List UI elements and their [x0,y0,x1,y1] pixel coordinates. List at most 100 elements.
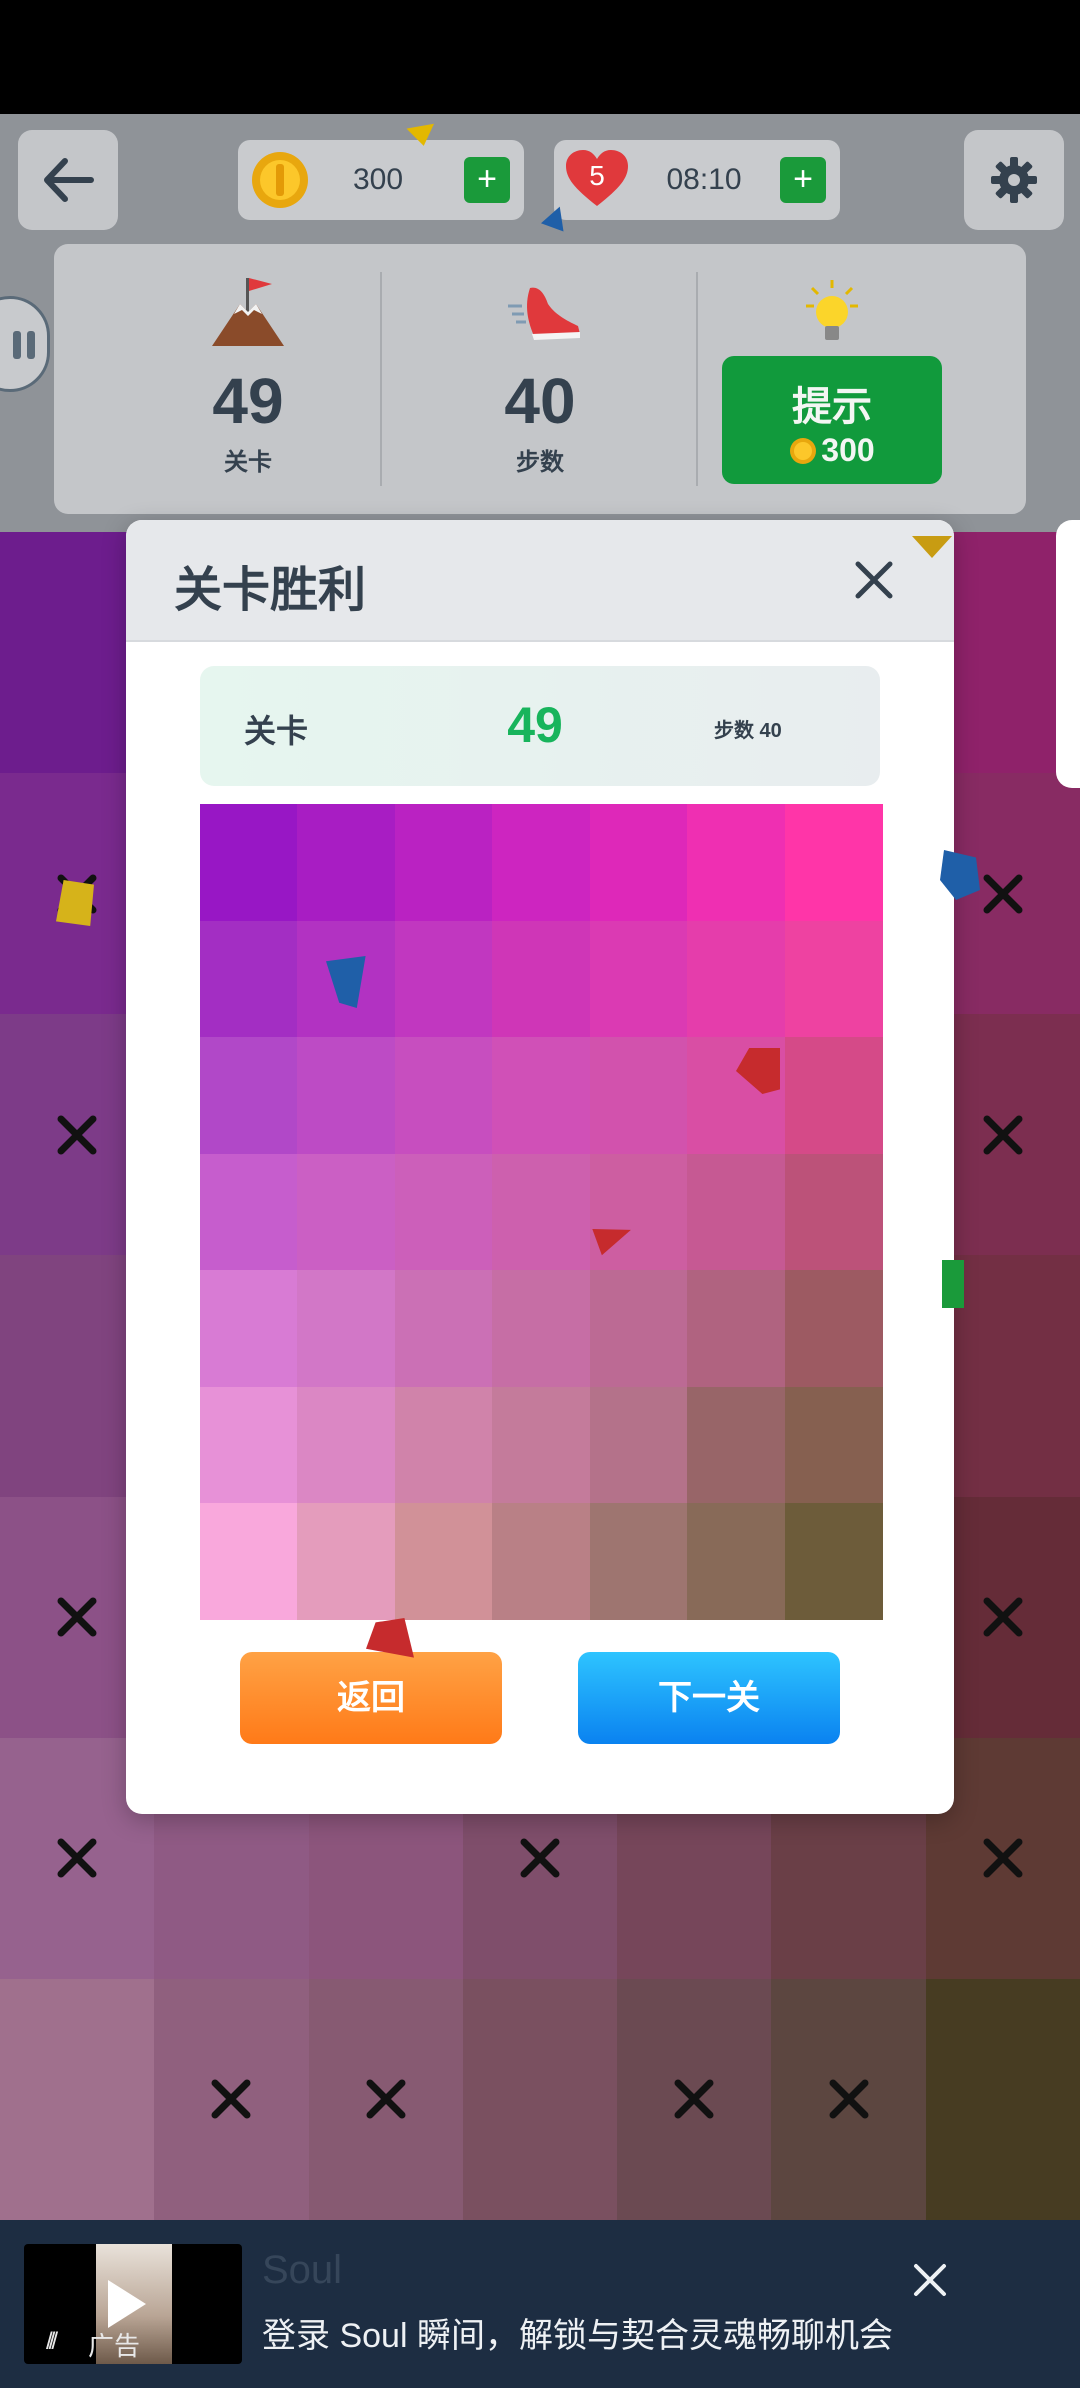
palette-tile [394,1503,493,1621]
palette-tile [492,1503,591,1621]
return-button[interactable]: 返回 [240,1652,502,1744]
fixed-tile-x-icon [674,2079,714,2119]
stats-divider [696,272,698,486]
palette-tile [687,1503,786,1621]
lives-counter: 5 08:10 + [554,140,840,220]
palette-tile [394,1037,493,1155]
steps-label: 步数 [516,449,564,476]
arrow-left-icon [44,158,94,202]
fixed-tile-x-icon [366,2079,406,2119]
palette-tile [200,1503,298,1621]
fixed-tile-x-icon [57,1115,97,1155]
palette-tile [297,1503,396,1621]
hint-button[interactable]: 提示 300 [722,356,942,484]
palette-tile [589,1503,688,1621]
palette-tile [784,1503,883,1621]
back-button[interactable] [18,130,118,230]
palette-tile [394,1386,493,1504]
fixed-tile-x-icon [520,1838,560,1878]
palette-tile [200,920,298,1038]
stats-divider [380,272,382,486]
palette-tile [200,1386,298,1504]
coin-icon [790,437,817,464]
level-number: 49 [212,365,284,437]
confetti-piece [942,1260,964,1308]
fixed-tile-x-icon [829,2079,869,2119]
palette-tile [687,1153,786,1271]
ad-text: 登录 Soul 瞬间，解锁与契合灵魂畅聊机会 [262,2317,893,2355]
ad-banner[interactable]: /// 广告 Soul 登录 Soul 瞬间，解锁与契合灵魂畅聊机会 [0,2220,1080,2388]
palette-tile [492,804,591,921]
ad-title: Soul [262,2248,343,2292]
add-lives-button[interactable]: + [780,157,826,203]
lightbulb-icon [806,280,858,340]
palette-tile [589,1037,688,1155]
palette-tile [492,1037,591,1155]
ad-video-thumbnail[interactable]: /// 广告 [24,2244,242,2364]
play-icon [108,2280,146,2328]
palette-tile [784,1037,883,1155]
palette-tile [784,1386,883,1504]
board-tile[interactable] [0,1978,155,2221]
fixed-tile-x-icon [983,874,1023,914]
palette-tile [687,920,786,1038]
side-panel-edge [1056,520,1080,788]
fixed-tile-x-icon [211,2079,251,2119]
palette-tile [784,920,883,1038]
dialog-title: 关卡胜利 [174,562,367,618]
summary-level-label: 关卡 [244,713,309,749]
shoe-icon [508,287,580,340]
steps-number: 40 [504,365,576,437]
palette-tile [394,1270,493,1388]
victory-dialog: 关卡胜利 关卡 49 步数 40 返回 下一关 [126,520,954,1814]
close-icon[interactable] [842,548,906,612]
status-bar [0,0,1080,114]
hint-cost: 300 [821,432,875,468]
fixed-tile-x-icon [57,1597,97,1637]
palette-tile [589,1270,688,1388]
board-tile[interactable] [925,1978,1080,2221]
palette-tile [297,804,396,921]
next-level-button[interactable]: 下一关 [578,1652,840,1744]
summary-level-number: 49 [507,697,563,753]
add-coins-button[interactable]: + [464,157,510,203]
palette-tile [492,920,591,1038]
palette-tile [687,1270,786,1388]
summary-steps: 步数 40 [714,720,782,742]
close-icon[interactable] [906,2256,954,2304]
fixed-tile-x-icon [983,1597,1023,1637]
board-tile[interactable] [462,1978,618,2221]
palette-tile [492,1153,591,1271]
palette-tile [784,804,883,921]
level-label: 关卡 [224,449,272,476]
level-summary: 关卡 49 步数 40 [200,666,880,786]
palette-tile [297,1386,396,1504]
palette-tile [200,1270,298,1388]
palette-tile [492,1270,591,1388]
gear-icon [991,157,1037,203]
palette-tile [394,804,493,921]
confetti-piece [912,536,952,558]
palette-tile [687,804,786,921]
fixed-tile-x-icon [983,1838,1023,1878]
stats-panel: 49 关卡 40 步数 提示 300 [54,244,1026,514]
pause-icon [13,331,37,359]
palette-tile [297,1153,396,1271]
palette-tile [687,1386,786,1504]
solved-palette-grid [200,804,883,1621]
palette-tile [589,1386,688,1504]
palette-tile [589,920,688,1038]
coin-icon [252,152,308,208]
palette-tile [200,804,298,921]
palette-tile [492,1386,591,1504]
coin-value: 300 [352,163,404,196]
fixed-tile-x-icon [57,1838,97,1878]
palette-tile [297,1037,396,1155]
lives-count: 5 [589,160,605,191]
hint-label: 提示 [792,385,872,429]
palette-tile [784,1153,883,1271]
settings-button[interactable] [964,130,1064,230]
fixed-tile-x-icon [983,1115,1023,1155]
ad-tag: 广告 [88,2331,141,2361]
palette-tile [200,1037,298,1155]
